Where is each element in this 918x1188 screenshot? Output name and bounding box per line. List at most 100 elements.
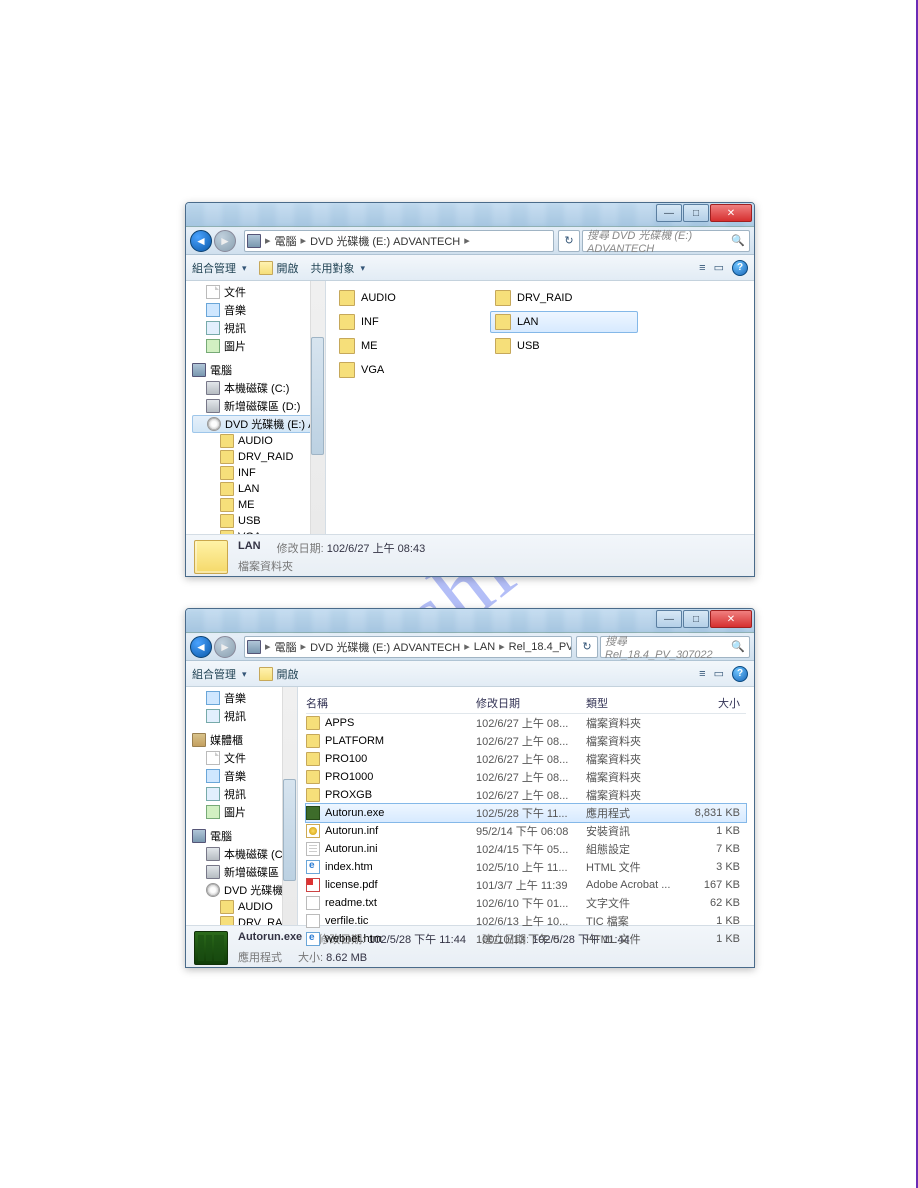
table-row[interactable]: APPS102/6/27 上午 08...檔案資料夾 — [306, 714, 746, 732]
chevron-right-icon: ▸ — [499, 640, 505, 653]
file-name: readme.txt — [325, 897, 377, 909]
help-button[interactable]: ? — [732, 260, 748, 276]
folder-item[interactable]: DRV_RAID — [490, 287, 638, 309]
folder-item[interactable]: VGA — [334, 359, 482, 381]
title-bar[interactable]: — □ ✕ — [186, 609, 754, 633]
tree-item[interactable]: 音樂 — [192, 301, 325, 319]
table-row[interactable]: PRO1000102/6/27 上午 08...檔案資料夾 — [306, 768, 746, 786]
breadcrumb-item[interactable]: DVD 光碟機 (E:) ADVANTECH — [310, 233, 460, 249]
folder-item[interactable]: ME — [334, 335, 482, 357]
breadcrumb-item[interactable]: DVD 光碟機 (E:) ADVANTECH — [310, 639, 460, 655]
back-button[interactable]: ◄ — [190, 636, 212, 658]
maximize-button[interactable]: □ — [683, 610, 709, 628]
minimize-button[interactable]: — — [656, 610, 682, 628]
htm-icon — [306, 932, 320, 946]
scrollbar-thumb[interactable] — [311, 337, 324, 455]
tree-item-label: ME — [238, 499, 255, 511]
tree-item[interactable]: AUDIO — [192, 433, 325, 449]
folder-item[interactable]: LAN — [490, 311, 638, 333]
forward-button[interactable]: ► — [214, 636, 236, 658]
tree-item[interactable]: INF — [192, 465, 325, 481]
folder-icon — [339, 290, 355, 306]
table-row[interactable]: PROXGB102/6/27 上午 08...檔案資料夾 — [306, 786, 746, 804]
close-button[interactable]: ✕ — [710, 204, 752, 222]
file-name: APPS — [325, 717, 354, 729]
table-row[interactable]: PLATFORM102/6/27 上午 08...檔案資料夾 — [306, 732, 746, 750]
column-size[interactable]: 大小 — [686, 695, 746, 711]
maximize-button[interactable]: □ — [683, 204, 709, 222]
breadcrumb-item[interactable]: LAN — [474, 641, 495, 653]
table-row[interactable]: Autorun.ini102/4/15 下午 05...組態設定7 KB — [306, 840, 746, 858]
file-size: 8,831 KB — [686, 807, 746, 819]
search-input[interactable]: 搜尋 DVD 光碟機 (E:) ADVANTECH 🔍 — [582, 230, 750, 252]
share-button[interactable]: 共用對象 — [311, 260, 366, 276]
open-button[interactable]: 開啟 — [259, 666, 299, 682]
table-row[interactable]: Autorun.inf95/2/14 下午 06:08安裝資訊1 KB — [306, 822, 746, 840]
breadcrumb[interactable]: ▸ 電腦 ▸ DVD 光碟機 (E:) ADVANTECH ▸ LAN ▸ Re… — [244, 636, 572, 658]
column-headers[interactable]: 名稱 修改日期 類型 大小 — [306, 693, 746, 714]
column-type[interactable]: 類型 — [586, 695, 686, 711]
tree-item[interactable]: 視訊 — [192, 319, 325, 337]
back-button[interactable]: ◄ — [190, 230, 212, 252]
scrollbar[interactable] — [310, 281, 325, 534]
table-row[interactable]: webnet.htm100/10/13 下午 0...HTML 文件1 KB — [306, 930, 746, 948]
open-button[interactable]: 開啟 — [259, 260, 299, 276]
table-row[interactable]: Autorun.exe102/5/28 下午 11...應用程式8,831 KB — [306, 804, 746, 822]
refresh-button[interactable]: ↻ — [576, 636, 598, 658]
table-row[interactable]: verfile.tic102/6/13 上午 10...TIC 檔案1 KB — [306, 912, 746, 930]
preview-pane-button[interactable]: ▭ — [714, 261, 724, 274]
close-button[interactable]: ✕ — [710, 610, 752, 628]
computer-icon — [247, 640, 261, 654]
tree-item[interactable]: DVD 光碟機 (E:) ADVANTE — [192, 415, 325, 433]
folder-item[interactable]: AUDIO — [334, 287, 482, 309]
tree-item[interactable]: 本機磁碟 (C:) — [192, 379, 325, 397]
tree-item[interactable]: VGA — [192, 529, 325, 534]
tree-item[interactable]: 新增磁碟區 (D:) — [192, 397, 325, 415]
help-button[interactable]: ? — [732, 666, 748, 682]
tree-item[interactable]: LAN — [192, 481, 325, 497]
view-button[interactable]: ≡ — [699, 262, 705, 274]
minimize-button[interactable]: — — [656, 204, 682, 222]
tree-item-label: 電腦 — [210, 828, 232, 844]
tree-item[interactable]: 電腦 — [192, 361, 325, 379]
folder-icon — [220, 916, 234, 925]
scrollbar-thumb[interactable] — [283, 779, 296, 881]
column-name[interactable]: 名稱 — [306, 695, 476, 711]
breadcrumb[interactable]: ▸ 電腦 ▸ DVD 光碟機 (E:) ADVANTECH ▸ — [244, 230, 554, 252]
organize-button[interactable]: 組合管理 — [192, 666, 247, 682]
tree-pane[interactable]: 文件音樂視訊圖片電腦本機磁碟 (C:)新增磁碟區 (D:)DVD 光碟機 (E:… — [186, 281, 326, 534]
tree-item[interactable]: USB — [192, 513, 325, 529]
view-button[interactable]: ≡ — [699, 668, 705, 680]
tree-pane[interactable]: 音樂視訊媒體櫃文件音樂視訊圖片電腦本機磁碟 (C:)新增磁碟區 (D:)DVD … — [186, 687, 298, 925]
breadcrumb-item[interactable]: Rel_18.4_PV_307022 — [509, 641, 572, 653]
file-type: 檔案資料夾 — [586, 787, 686, 803]
folder-item[interactable]: USB — [490, 335, 638, 357]
table-row[interactable]: readme.txt102/6/10 下午 01...文字文件62 KB — [306, 894, 746, 912]
refresh-button[interactable]: ↻ — [558, 230, 580, 252]
search-input[interactable]: 搜尋 Rel_18.4_PV_307022 🔍 — [600, 636, 750, 658]
preview-pane-button[interactable]: ▭ — [714, 667, 724, 680]
hdd-icon — [206, 399, 220, 413]
tree-item[interactable]: 圖片 — [192, 337, 325, 355]
breadcrumb-item[interactable]: 電腦 — [275, 233, 297, 249]
organize-button[interactable]: 組合管理 — [192, 260, 247, 276]
tree-item-label: 視訊 — [224, 786, 246, 802]
content-pane[interactable]: 名稱 修改日期 類型 大小 APPS 102/6/27 上午 08... 檔案資料夾… — [298, 687, 754, 925]
scrollbar[interactable] — [282, 687, 297, 925]
forward-button[interactable]: ► — [214, 230, 236, 252]
tree-item[interactable]: ME — [192, 497, 325, 513]
column-date[interactable]: 修改日期 — [476, 695, 586, 711]
folder-item[interactable]: INF — [334, 311, 482, 333]
item-label: DRV_RAID — [517, 292, 572, 304]
htm-icon — [306, 860, 320, 874]
table-row[interactable]: license.pdf101/3/7 上午 11:39Adobe Acrobat… — [306, 876, 746, 894]
table-row[interactable]: PRO100102/6/27 上午 08...檔案資料夾 — [306, 750, 746, 768]
breadcrumb-item[interactable]: 電腦 — [275, 639, 297, 655]
file-date: 102/6/27 上午 08... — [476, 715, 586, 731]
tree-item[interactable]: DRV_RAID — [192, 449, 325, 465]
table-row[interactable]: index.htm102/5/10 上午 11...HTML 文件3 KB — [306, 858, 746, 876]
search-placeholder: 搜尋 DVD 光碟機 (E:) ADVANTECH — [587, 227, 731, 255]
tree-item[interactable]: 文件 — [192, 283, 325, 301]
content-pane[interactable]: AUDIO DRV_RAID INF LAN ME USB VGA — [326, 281, 754, 534]
title-bar[interactable]: — □ ✕ — [186, 203, 754, 227]
